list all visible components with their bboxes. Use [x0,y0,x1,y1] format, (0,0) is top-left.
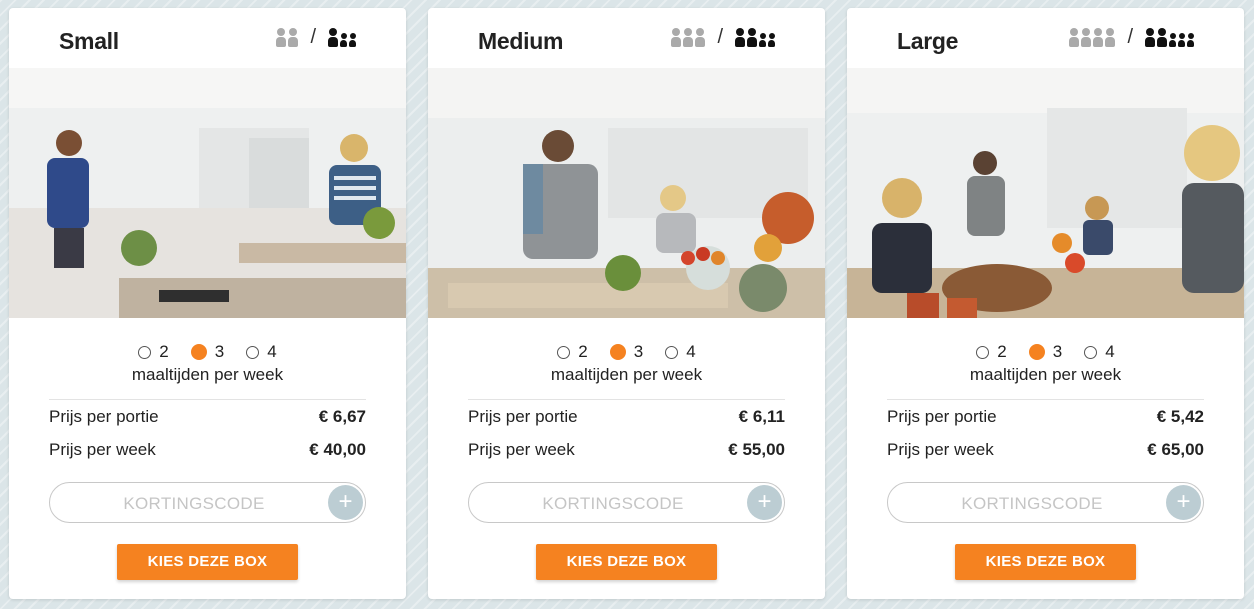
meals-caption: maaltijden per week [550,365,703,384]
add-coupon-button[interactable]: + [747,485,782,520]
meals-caption: maaltijden per week [969,365,1122,384]
box-photo [847,68,1244,318]
portion-price-label: Prijs per portie [887,407,997,426]
card-header: Small / [9,8,406,68]
coupon-input[interactable] [900,483,1164,524]
meals-option-3[interactable]: 3 [190,342,224,362]
box-card-large: Large / 2 3 4 maaltijden per week Prijs … [847,8,1244,599]
meals-option-3[interactable]: 3 [609,342,643,362]
people-grey-icon [1069,28,1116,47]
portion-price-row: Prijs per portie € 6,67 [49,407,366,427]
add-coupon-button[interactable]: + [328,485,363,520]
meals-option-3[interactable]: 3 [1028,342,1062,362]
box-photo [428,68,825,318]
divider [468,399,785,400]
household-size-icons: / [1069,26,1194,49]
card-header: Medium / [428,8,825,68]
divider [887,399,1204,400]
meals-caption: maaltijden per week [131,365,284,384]
choose-box-button[interactable]: KIES DEZE BOX [955,544,1136,580]
coupon-input[interactable] [481,483,745,524]
meals-per-week-selector: 2 3 4 [847,342,1244,362]
coupon-field: + [49,482,366,524]
coupon-field: + [468,482,785,524]
portion-price-label: Prijs per portie [49,407,159,426]
portion-price-value: € 6,11 [738,407,785,426]
week-price-label: Prijs per week [887,440,994,459]
meals-per-week-selector: 2 3 4 [9,342,406,362]
portion-price-label: Prijs per portie [468,407,578,426]
divider [49,399,366,400]
week-price-row: Prijs per week € 40,00 [49,440,366,460]
choose-box-button[interactable]: KIES DEZE BOX [536,544,717,580]
card-header: Large / [847,8,1244,68]
week-price-value: € 65,00 [1147,440,1204,459]
meals-per-week-selector: 2 3 4 [428,342,825,362]
portion-price-value: € 6,67 [318,407,366,426]
week-price-label: Prijs per week [49,440,156,459]
household-size-icons: / [671,26,775,49]
people-grey-icon [276,28,299,47]
meals-option-4[interactable]: 4 [1084,342,1115,362]
people-grey-icon [671,28,706,47]
add-coupon-button[interactable]: + [1166,485,1201,520]
box-title: Small [59,28,119,54]
people-black-icon [1145,28,1194,47]
box-photo [9,68,406,318]
box-card-small: Small / 2 3 4 maaltijden per week Prijs … [9,8,406,599]
choose-box-button[interactable]: KIES DEZE BOX [117,544,298,580]
people-black-icon [328,28,356,47]
week-price-value: € 55,00 [728,440,785,459]
week-price-row: Prijs per week € 55,00 [468,440,785,460]
coupon-input[interactable] [62,483,326,524]
portion-price-value: € 5,42 [1156,407,1204,426]
people-black-icon [735,28,775,47]
week-price-value: € 40,00 [309,440,366,459]
meals-option-2[interactable]: 2 [557,342,588,362]
portion-price-row: Prijs per portie € 6,11 [468,407,785,427]
box-title: Medium [478,28,564,54]
week-price-row: Prijs per week € 65,00 [887,440,1204,460]
meals-option-2[interactable]: 2 [138,342,169,362]
coupon-field: + [887,482,1204,524]
meals-option-4[interactable]: 4 [665,342,696,362]
portion-price-row: Prijs per portie € 5,42 [887,407,1204,427]
meals-option-2[interactable]: 2 [976,342,1007,362]
box-card-medium: Medium / 2 3 4 maaltijden per week Prijs… [428,8,825,599]
box-title: Large [897,28,959,54]
meals-option-4[interactable]: 4 [246,342,277,362]
household-size-icons: / [276,26,356,49]
week-price-label: Prijs per week [468,440,575,459]
